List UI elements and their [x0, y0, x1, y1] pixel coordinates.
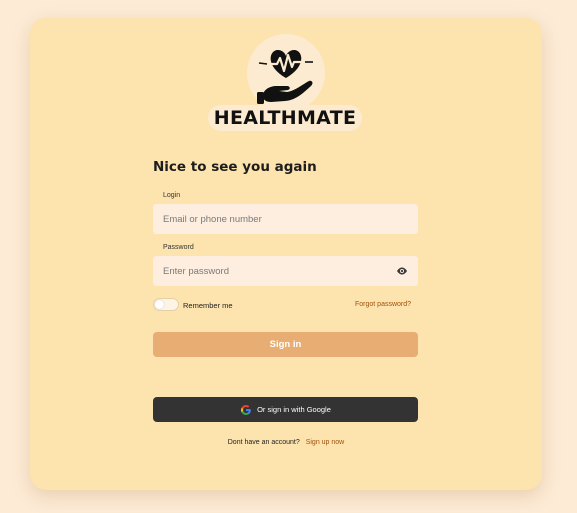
sign-up-link[interactable]: Sign up now: [306, 439, 345, 446]
brand-name: HEALTHMATE: [213, 107, 357, 129]
signup-row: Dont have an account? Sign up now: [30, 439, 542, 446]
toggle-knob: [155, 300, 164, 309]
signup-prompt: Dont have an account?: [227, 439, 300, 446]
heart-in-hand-icon: [257, 50, 313, 104]
password-input[interactable]: [153, 256, 418, 286]
page-title: Nice to see you again: [153, 159, 317, 175]
google-sign-in-button[interactable]: Or sign in with Google: [153, 397, 418, 422]
login-input[interactable]: [153, 204, 418, 234]
eye-icon[interactable]: [396, 265, 408, 277]
password-label: Password: [163, 244, 194, 251]
login-card: HEALTHMATE Nice to see you again Login P…: [30, 18, 542, 490]
brand-pill: HEALTHMATE: [208, 105, 362, 131]
brand-logo: [247, 34, 325, 112]
forgot-password-link[interactable]: Forgot password?: [355, 301, 411, 308]
login-label: Login: [163, 192, 181, 199]
google-sign-in-label: Or sign in with Google: [257, 405, 331, 414]
remember-me-toggle[interactable]: [153, 298, 179, 311]
sign-in-button[interactable]: Sign in: [153, 332, 418, 357]
remember-me-label: Remember me: [183, 301, 233, 310]
google-icon: [241, 404, 251, 415]
